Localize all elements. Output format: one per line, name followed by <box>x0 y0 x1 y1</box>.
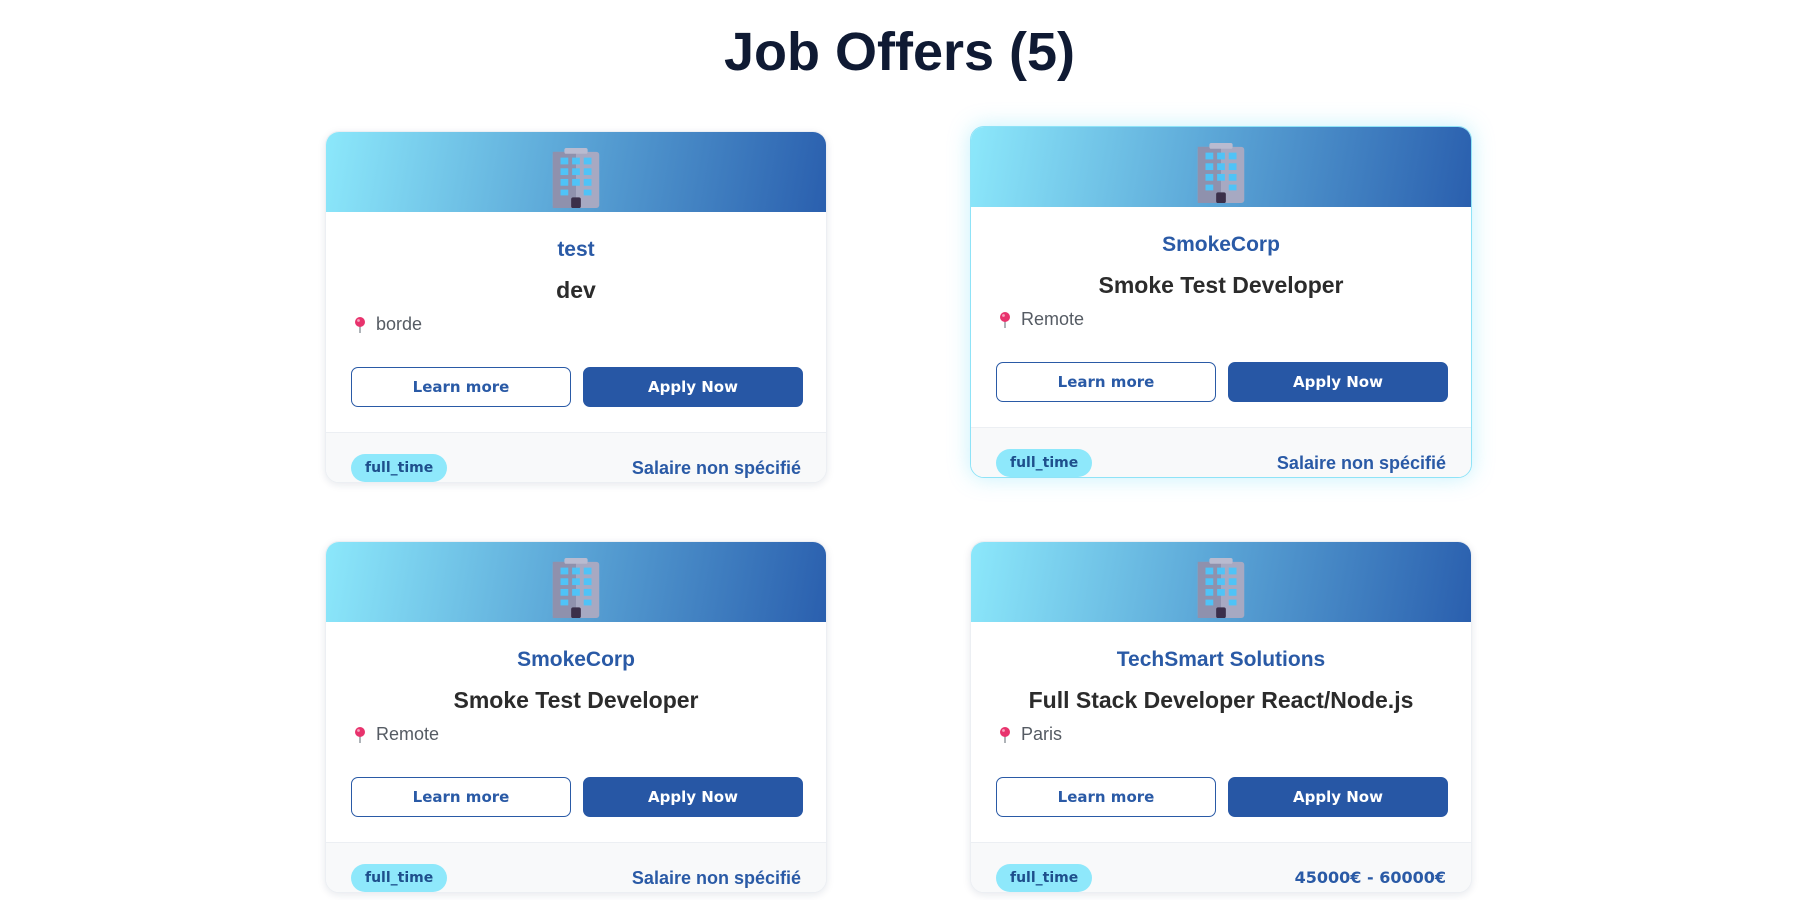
card-actions: Learn more Apply Now <box>996 777 1448 817</box>
apply-now-button[interactable]: Apply Now <box>583 367 803 407</box>
card-banner <box>326 132 826 212</box>
company-name: test <box>557 238 595 261</box>
job-grid: test dev borde Learn more Apply Now full… <box>0 0 1799 900</box>
card-footer: full_time Salaire non spécifié <box>326 432 826 482</box>
contract-type-badge: full_time <box>996 864 1093 892</box>
job-card: test dev borde Learn more Apply Now full… <box>325 131 827 483</box>
learn-more-button[interactable]: Learn more <box>996 362 1216 402</box>
card-actions: Learn more Apply Now <box>351 777 803 817</box>
job-card: SmokeCorp Smoke Test Developer Remote Le… <box>970 126 1472 478</box>
office-building-icon <box>1197 142 1245 203</box>
card-body: TechSmart Solutions Full Stack Developer… <box>971 622 1471 844</box>
apply-now-button[interactable]: Apply Now <box>1228 362 1448 402</box>
salary-label: Salaire non spécifié <box>631 458 801 478</box>
apply-now-button[interactable]: Apply Now <box>1228 777 1448 817</box>
round-pushpin-icon <box>355 316 365 333</box>
job-location: borde <box>354 314 422 335</box>
office-building-icon <box>1197 557 1245 618</box>
round-pushpin-icon <box>1000 726 1010 743</box>
job-location: Paris <box>999 724 1062 745</box>
office-building-icon <box>552 147 600 208</box>
job-title: Smoke Test Developer <box>1098 272 1344 298</box>
card-actions: Learn more Apply Now <box>351 367 803 407</box>
card-footer: full_time Salaire non spécifié <box>326 842 826 892</box>
job-title: Full Stack Developer React/Node.js <box>1028 687 1414 713</box>
salary-label: 45000€ - 60000€ <box>1294 868 1446 887</box>
contract-type-badge: full_time <box>996 449 1093 477</box>
job-title: Smoke Test Developer <box>453 687 699 713</box>
learn-more-button[interactable]: Learn more <box>996 777 1216 817</box>
company-name: SmokeCorp <box>1162 233 1280 256</box>
card-banner <box>971 127 1471 207</box>
round-pushpin-icon <box>355 726 365 743</box>
company-name: SmokeCorp <box>517 648 635 671</box>
location-label: Remote <box>376 724 440 744</box>
job-card: SmokeCorp Smoke Test Developer Remote Le… <box>325 541 827 893</box>
card-banner <box>326 542 826 622</box>
card-body: SmokeCorp Smoke Test Developer Remote Le… <box>971 207 1471 429</box>
job-location: Remote <box>354 724 439 745</box>
learn-more-button[interactable]: Learn more <box>351 777 571 817</box>
office-building-icon <box>552 557 600 618</box>
card-body: test dev borde Learn more Apply Now <box>326 212 826 434</box>
card-body: SmokeCorp Smoke Test Developer Remote Le… <box>326 622 826 844</box>
location-label: Paris <box>1021 724 1063 744</box>
contract-type-badge: full_time <box>351 864 448 892</box>
location-label: borde <box>376 314 423 334</box>
job-card: TechSmart Solutions Full Stack Developer… <box>970 541 1472 893</box>
location-label: Remote <box>1021 309 1085 329</box>
job-location: Remote <box>999 309 1084 330</box>
salary-label: Salaire non spécifié <box>631 868 801 888</box>
contract-type-badge: full_time <box>351 454 448 482</box>
card-footer: full_time Salaire non spécifié <box>971 427 1471 477</box>
card-footer: full_time 45000€ - 60000€ <box>971 842 1471 892</box>
card-banner <box>971 542 1471 622</box>
round-pushpin-icon <box>1000 311 1010 328</box>
company-name: TechSmart Solutions <box>1116 648 1326 671</box>
job-title: dev <box>556 277 596 303</box>
salary-label: Salaire non spécifié <box>1276 453 1446 473</box>
card-actions: Learn more Apply Now <box>996 362 1448 402</box>
learn-more-button[interactable]: Learn more <box>351 367 571 407</box>
apply-now-button[interactable]: Apply Now <box>583 777 803 817</box>
